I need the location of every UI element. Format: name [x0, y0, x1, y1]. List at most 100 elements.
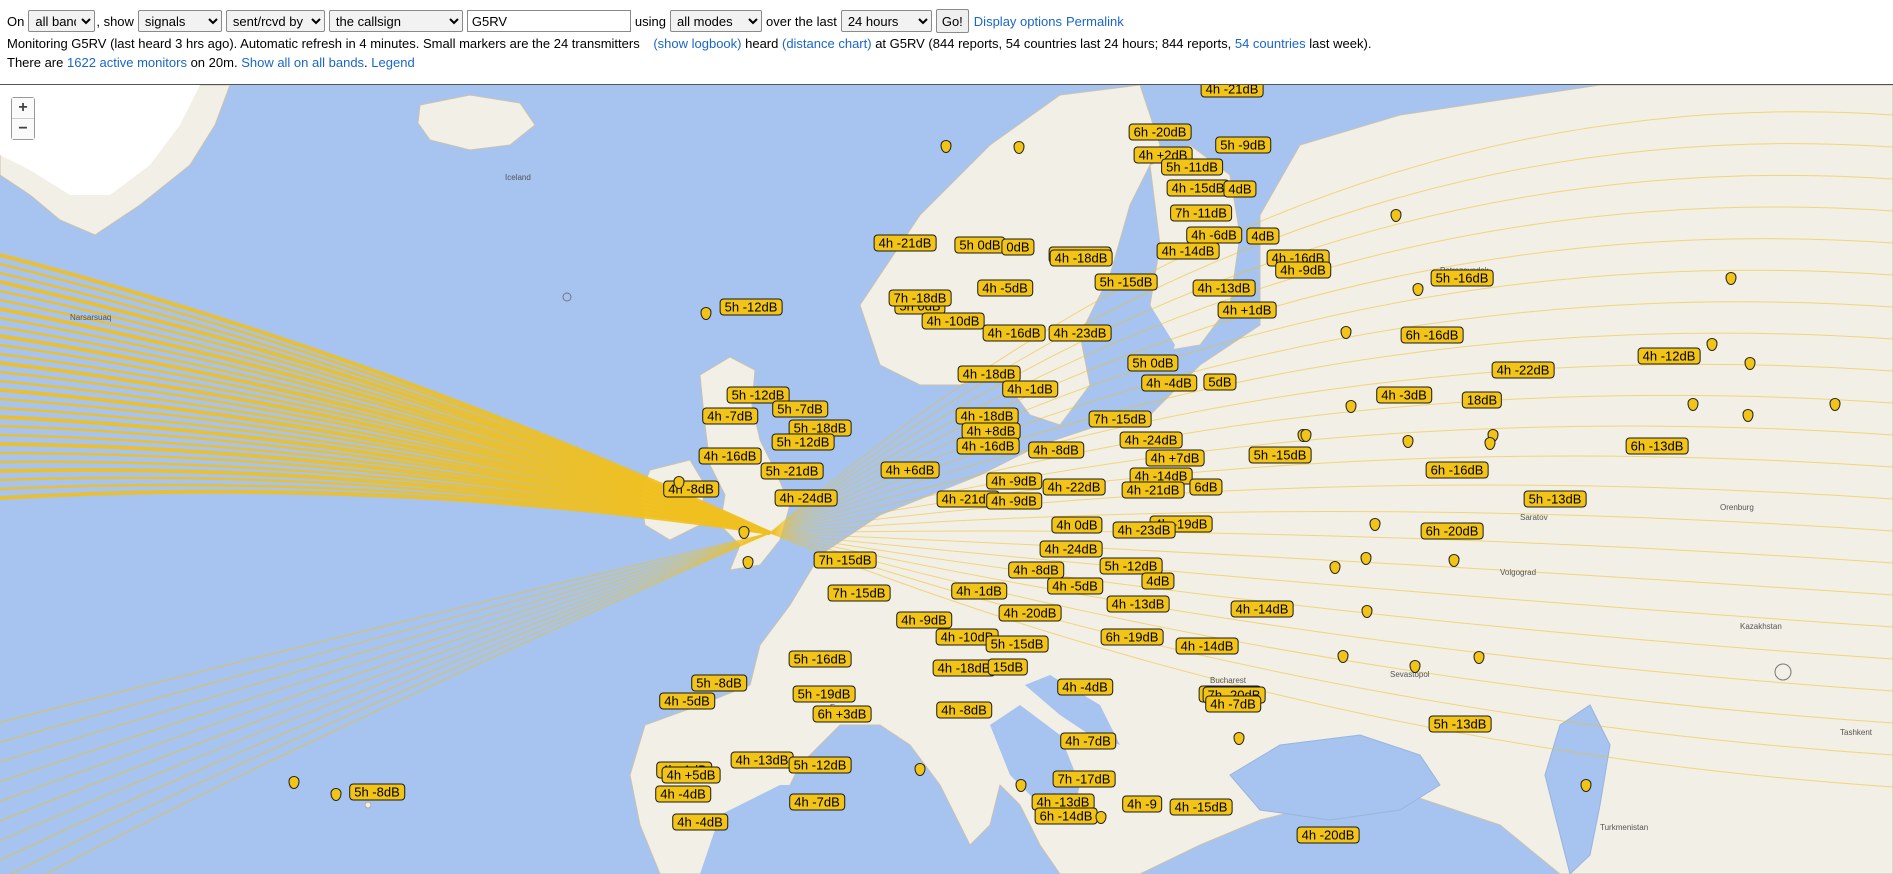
signal-report-label[interactable]: 5h -8dB [691, 674, 747, 692]
signal-report-label[interactable]: 7h -11dB [1170, 204, 1232, 222]
signal-report-label[interactable]: 4h +5dB [661, 766, 721, 784]
active-monitors-link[interactable]: 1622 active monitors [67, 55, 187, 70]
signal-report-label[interactable]: 7h -18dB [888, 289, 952, 307]
signal-report-label[interactable]: 7h -15dB [827, 584, 891, 602]
show-all-bands-link[interactable]: Show all on all bands [241, 55, 364, 70]
signal-report-label[interactable]: 5h -15dB [985, 635, 1049, 653]
signal-report-label[interactable]: 4h -6dB [1186, 226, 1242, 244]
signal-report-label[interactable]: 5h -19dB [792, 685, 856, 703]
signal-report-label[interactable]: 4h +6dB [880, 461, 940, 479]
signal-report-label[interactable]: 4h -21dB [1121, 481, 1185, 499]
signal-report-label[interactable]: 5dB [1203, 373, 1237, 391]
signal-report-label[interactable]: 5h 0dB [954, 236, 1006, 254]
signal-report-label[interactable]: 5h -16dB [788, 650, 852, 668]
signal-report-label[interactable]: 5h -12dB [788, 756, 852, 774]
signal-report-label[interactable]: 4h -21dB [1200, 85, 1264, 98]
signal-report-label[interactable]: 6h -14dB [1034, 807, 1098, 825]
countries-link[interactable]: 54 countries [1235, 36, 1306, 51]
signal-report-label[interactable]: 4h -20dB [998, 604, 1062, 622]
signal-report-label[interactable]: 4h -14dB [1230, 600, 1294, 618]
signal-report-label[interactable]: 6h -20dB [1128, 123, 1192, 141]
signal-report-label[interactable]: 6h -16dB [1400, 326, 1464, 344]
signal-report-label[interactable]: 6h -16dB [1425, 461, 1489, 479]
signal-report-label[interactable]: 4h -16dB [982, 324, 1046, 342]
signal-report-label[interactable]: 4h -24dB [1039, 540, 1103, 558]
signal-report-label[interactable]: 4h -23dB [1048, 324, 1112, 342]
signal-report-label[interactable]: 5h -9dB [1215, 136, 1271, 154]
signal-report-label[interactable]: 4h -18dB [1049, 249, 1113, 267]
signal-report-label[interactable]: 4dB [1223, 180, 1257, 198]
signal-report-label[interactable]: 0dB [1001, 238, 1035, 256]
signal-report-label[interactable]: 6h +3dB [812, 705, 872, 723]
signal-report-label[interactable]: 4h -7dB [1205, 695, 1261, 713]
signal-report-label[interactable]: 4dB [1141, 572, 1175, 590]
signal-report-label[interactable]: 5h -15dB [1248, 446, 1312, 464]
distance-chart-link[interactable]: (distance chart) [782, 36, 872, 51]
signal-report-label[interactable]: 4h -22dB [1042, 478, 1106, 496]
signal-report-label[interactable]: 5h -21dB [760, 462, 824, 480]
signal-report-label[interactable]: 5h -12dB [771, 433, 835, 451]
signal-report-label[interactable]: 4h -15dB [1169, 798, 1233, 816]
signal-report-label[interactable]: 4h -7dB [1060, 732, 1116, 750]
signal-report-label[interactable]: 4h -16dB [956, 437, 1020, 455]
signal-report-label[interactable]: 4h -18dB [932, 659, 996, 677]
signal-report-label[interactable]: 4h -16dB [698, 447, 762, 465]
signal-report-label[interactable]: 4h -21dB [873, 234, 937, 252]
permalink-link[interactable]: Permalink [1066, 14, 1124, 29]
period-select[interactable]: 24 hours [840, 10, 932, 32]
signal-report-label[interactable]: 4h -13dB [730, 751, 794, 769]
signal-report-label[interactable]: 4h -24dB [774, 489, 838, 507]
signal-report-label[interactable]: 4h -9dB [986, 472, 1042, 490]
signal-report-label[interactable]: 4h -7dB [702, 407, 758, 425]
direction-select[interactable]: sent/rcvd by [225, 10, 325, 32]
signal-report-label[interactable]: 5h -16dB [1430, 269, 1494, 287]
signal-report-label[interactable]: 6h -20dB [1420, 522, 1484, 540]
signal-report-label[interactable]: 4h -1dB [951, 582, 1007, 600]
signal-report-label[interactable]: 4h -15dB [1166, 179, 1230, 197]
signal-report-label[interactable]: 4h -5dB [1047, 577, 1103, 595]
go-button[interactable]: Go! [935, 9, 969, 33]
signal-report-label[interactable]: 4dB [1246, 227, 1280, 245]
signal-report-label[interactable]: 4h -8dB [1008, 561, 1064, 579]
signal-report-label[interactable]: 7h -15dB [1088, 410, 1152, 428]
signal-report-label[interactable]: 4h -1dB [1002, 380, 1058, 398]
callsign-input[interactable] [466, 10, 631, 32]
signal-report-label[interactable]: 4h -9dB [896, 611, 952, 629]
propagation-map[interactable]: IcelandNarsarsuaqFranceBucharestSevastop… [0, 84, 1893, 874]
signal-report-label[interactable]: 4h -9 [1122, 795, 1162, 813]
signal-report-label[interactable]: 15dB [987, 658, 1029, 676]
signal-report-label[interactable]: 4h -4dB [672, 813, 728, 831]
target-select[interactable]: the callsign [328, 10, 463, 32]
signal-report-label[interactable]: 5h -7dB [772, 400, 828, 418]
signal-report-label[interactable]: 4h 0dB [1051, 516, 1103, 534]
signal-report-label[interactable]: 4h -24dB [1119, 431, 1183, 449]
signal-report-label[interactable]: 4h -23dB [1112, 521, 1176, 539]
signal-report-label[interactable]: 6h -19dB [1100, 628, 1164, 646]
signal-report-label[interactable]: 4h -9dB [1275, 261, 1331, 279]
signal-report-label[interactable]: 4h -7dB [789, 793, 845, 811]
signal-report-label[interactable]: 4h -4dB [1141, 374, 1197, 392]
signal-report-label[interactable]: 5h 0dB [1127, 354, 1179, 372]
signal-report-label[interactable]: 4h +1dB [1217, 301, 1277, 319]
signal-report-label[interactable]: 4h -5dB [659, 692, 715, 710]
signal-report-label[interactable]: 4h -8dB [1028, 441, 1084, 459]
signal-report-label[interactable]: 4h -4dB [1057, 678, 1113, 696]
signal-report-label[interactable]: 6dB [1189, 478, 1223, 496]
mode-select[interactable]: all modes [670, 10, 762, 32]
signal-report-label[interactable]: 5h -8dB [349, 783, 405, 801]
signal-report-label[interactable]: 4h -13dB [1106, 595, 1170, 613]
zoom-out-button[interactable]: − [12, 118, 34, 139]
signal-report-label[interactable]: 5h -12dB [719, 298, 783, 316]
show-logbook-link[interactable]: (show logbook) [653, 36, 741, 51]
signal-report-label[interactable]: 6h -13dB [1625, 437, 1689, 455]
signal-report-label[interactable]: 4h +7dB [1145, 449, 1205, 467]
signal-report-label[interactable]: 4h -14dB [1156, 242, 1220, 260]
signal-report-label[interactable]: 4h -5dB [977, 279, 1033, 297]
signal-report-label[interactable]: 7h -15dB [813, 551, 877, 569]
signal-report-label[interactable]: 4h -20dB [1296, 826, 1360, 844]
signal-report-label[interactable]: 4h -8dB [936, 701, 992, 719]
display-options-link[interactable]: Display options [974, 14, 1062, 29]
signal-report-label[interactable]: 5h -13dB [1428, 715, 1492, 733]
signal-report-label[interactable]: 4h -12dB [1637, 347, 1701, 365]
signal-report-label[interactable]: 4h -22dB [1491, 361, 1555, 379]
